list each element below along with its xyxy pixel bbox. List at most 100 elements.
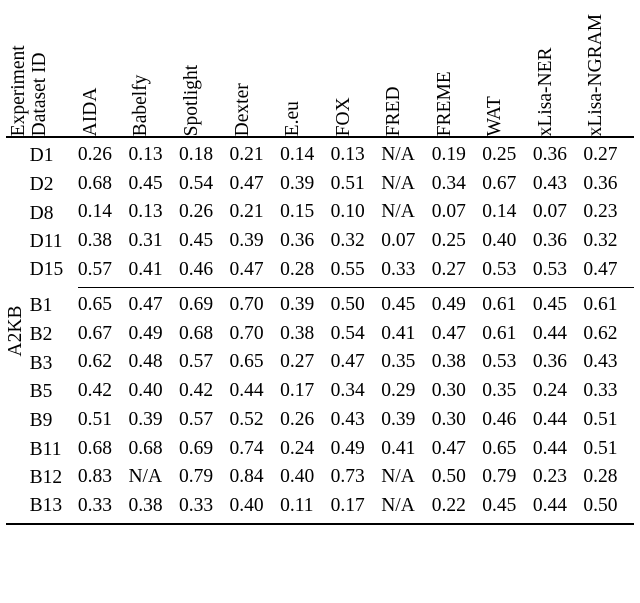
value-cell: 0.42 — [78, 377, 129, 406]
value-cell: 0.11 — [280, 492, 331, 525]
value-cell: 0.73 — [331, 463, 382, 492]
value-cell: 0.07 — [432, 198, 483, 227]
value-cell: 0.49 — [331, 434, 382, 463]
value-cell: 0.31 — [128, 227, 179, 256]
value-cell: 0.67 — [78, 320, 129, 349]
value-cell: 0.36 — [533, 227, 584, 256]
value-cell: N/A — [381, 138, 432, 170]
value-cell: 0.65 — [230, 348, 281, 377]
value-cell: N/A — [128, 463, 179, 492]
value-cell: 0.40 — [230, 492, 281, 525]
value-cell: 0.24 — [533, 377, 584, 406]
value-cell: 0.47 — [583, 256, 634, 288]
results-table: ExperimentDataset IDAIDABabelfySpotlight… — [6, 8, 634, 525]
value-cell: 0.41 — [381, 434, 432, 463]
value-cell: 0.57 — [78, 256, 129, 288]
header-col-2: Spotlight — [179, 8, 230, 137]
header-col-label: Dexter — [230, 83, 256, 136]
dataset-id-cell: D8 — [27, 198, 78, 227]
value-cell: 0.79 — [482, 463, 533, 492]
value-cell: 0.07 — [381, 227, 432, 256]
table-row: D150.570.410.460.470.280.550.330.270.530… — [6, 256, 634, 288]
dataset-id-cell: B5 — [27, 377, 78, 406]
value-cell: 0.49 — [432, 288, 483, 320]
value-cell: 0.44 — [533, 406, 584, 435]
value-cell: 0.21 — [230, 138, 281, 170]
header-col-7: FREME — [432, 8, 483, 137]
value-cell: 0.17 — [331, 492, 382, 525]
table-row: B50.420.400.420.440.170.340.290.300.350.… — [6, 377, 634, 406]
dataset-id-cell: B12 — [27, 463, 78, 492]
header-row: ExperimentDataset IDAIDABabelfySpotlight… — [6, 8, 634, 137]
value-cell: 0.25 — [482, 138, 533, 170]
value-cell: 0.36 — [533, 138, 584, 170]
value-cell: 0.51 — [331, 170, 382, 199]
value-cell: 0.54 — [179, 170, 230, 199]
value-cell: 0.17 — [280, 377, 331, 406]
table-row: D110.380.310.450.390.360.320.070.250.400… — [6, 227, 634, 256]
header-col-label: xLisa-NGRAM — [583, 14, 609, 136]
value-cell: 0.54 — [331, 320, 382, 349]
value-cell: 0.21 — [230, 198, 281, 227]
value-cell: 0.18 — [179, 138, 230, 170]
value-cell: 0.84 — [230, 463, 281, 492]
header-col-label: FRED — [381, 86, 407, 136]
value-cell: 0.32 — [583, 227, 634, 256]
value-cell: 0.36 — [280, 227, 331, 256]
value-cell: 0.27 — [432, 256, 483, 288]
header-col-8: WAT — [482, 8, 533, 137]
header-col-9: xLisa-NER — [533, 8, 584, 137]
table-row: D80.140.130.260.210.150.10N/A0.070.140.0… — [6, 198, 634, 227]
value-cell: 0.35 — [482, 377, 533, 406]
dataset-id-cell: D2 — [27, 170, 78, 199]
value-cell: 0.14 — [280, 138, 331, 170]
value-cell: 0.44 — [533, 434, 584, 463]
header-col-label: FREME — [432, 71, 458, 136]
table-row: B10.650.470.690.700.390.500.450.490.610.… — [6, 288, 634, 320]
value-cell: 0.47 — [432, 434, 483, 463]
dataset-id-cell: B3 — [27, 348, 78, 377]
table-row: B90.510.390.570.520.260.430.390.300.460.… — [6, 406, 634, 435]
value-cell: 0.61 — [482, 320, 533, 349]
value-cell: 0.53 — [482, 256, 533, 288]
value-cell: 0.53 — [533, 256, 584, 288]
value-cell: 0.27 — [583, 138, 634, 170]
value-cell: 0.46 — [482, 406, 533, 435]
value-cell: 0.45 — [128, 170, 179, 199]
value-cell: 0.57 — [179, 406, 230, 435]
value-cell: 0.26 — [179, 198, 230, 227]
value-cell: 0.26 — [280, 406, 331, 435]
header-col-label: Babelfy — [128, 74, 154, 136]
table-row: B120.83N/A0.790.840.400.73N/A0.500.790.2… — [6, 463, 634, 492]
value-cell: 0.39 — [230, 227, 281, 256]
value-cell: 0.68 — [179, 320, 230, 349]
value-cell: 0.22 — [432, 492, 483, 525]
value-cell: 0.67 — [482, 170, 533, 199]
value-cell: 0.39 — [280, 288, 331, 320]
value-cell: 0.40 — [280, 463, 331, 492]
value-cell: 0.68 — [78, 170, 129, 199]
value-cell: 0.68 — [78, 434, 129, 463]
dataset-id-cell: B13 — [27, 492, 78, 525]
header-col-4: E.eu — [280, 8, 331, 137]
value-cell: 0.45 — [179, 227, 230, 256]
header-col-label: FOX — [331, 97, 357, 136]
value-cell: 0.47 — [128, 288, 179, 320]
table-row: B110.680.680.690.740.240.490.410.470.650… — [6, 434, 634, 463]
value-cell: 0.41 — [381, 320, 432, 349]
value-cell: 0.36 — [583, 170, 634, 199]
value-cell: 0.45 — [482, 492, 533, 525]
value-cell: 0.24 — [280, 434, 331, 463]
value-cell: 0.25 — [432, 227, 483, 256]
value-cell: 0.53 — [482, 348, 533, 377]
value-cell: 0.47 — [432, 320, 483, 349]
dataset-id-cell: B2 — [27, 320, 78, 349]
value-cell: 0.45 — [381, 288, 432, 320]
value-cell: 0.07 — [533, 198, 584, 227]
value-cell: 0.43 — [331, 406, 382, 435]
value-cell: 0.69 — [179, 288, 230, 320]
value-cell: 0.38 — [432, 348, 483, 377]
table-row: B130.330.380.330.400.110.17N/A0.220.450.… — [6, 492, 634, 525]
header-col-label: E.eu — [280, 101, 306, 136]
value-cell: 0.27 — [280, 348, 331, 377]
